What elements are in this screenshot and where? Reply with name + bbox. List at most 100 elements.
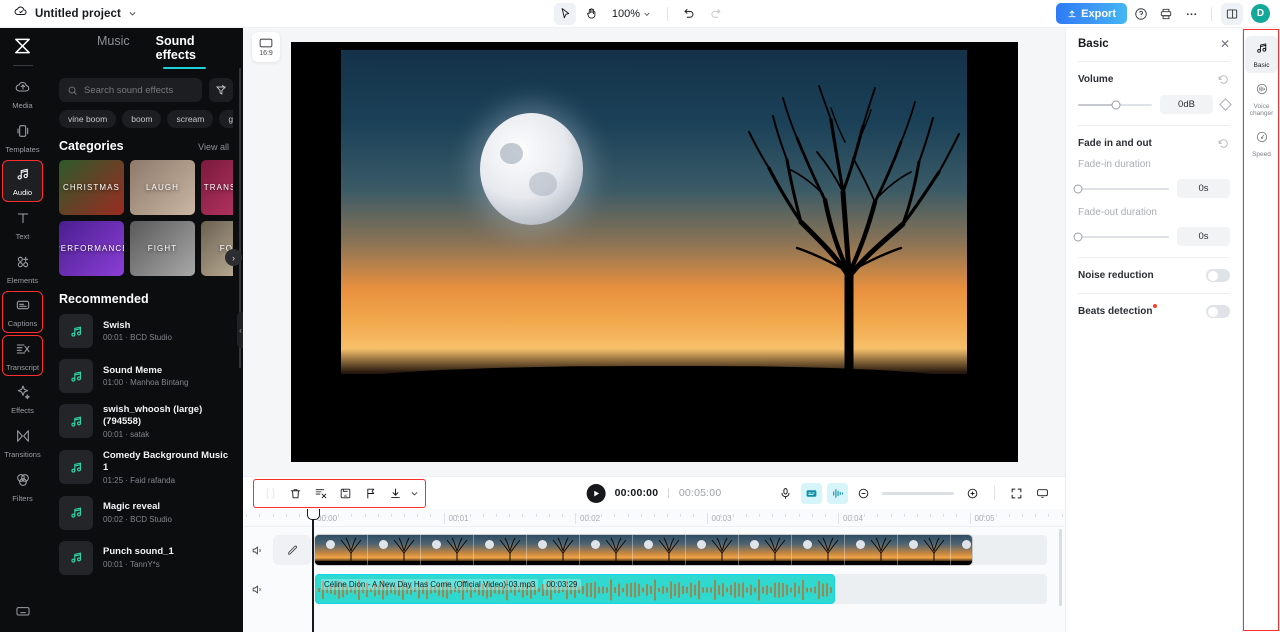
ruler-minor-tick bbox=[548, 514, 550, 517]
crop-ai-icon[interactable]: AI bbox=[335, 483, 356, 504]
play-button[interactable] bbox=[586, 483, 606, 503]
split-icon[interactable] bbox=[260, 483, 281, 504]
right-rail-item-speed[interactable]: Speed bbox=[1245, 125, 1278, 162]
search-input[interactable]: Search sound effects bbox=[59, 78, 202, 102]
filter-sort-icon[interactable] bbox=[209, 78, 233, 102]
right-rail-item-basic[interactable]: Basic bbox=[1245, 36, 1278, 74]
printer-icon[interactable] bbox=[1155, 3, 1177, 25]
fade-out-slider[interactable] bbox=[1073, 232, 1169, 241]
zoom-level-dropdown[interactable]: 100% bbox=[606, 8, 657, 20]
capcut-logo-icon[interactable] bbox=[8, 32, 38, 60]
sound-title: Swish bbox=[103, 319, 131, 331]
chevron-down-icon[interactable] bbox=[128, 5, 137, 23]
playhead[interactable] bbox=[308, 509, 318, 632]
more-horizontal-icon[interactable] bbox=[1180, 3, 1202, 25]
track-lane[interactable]: Céline Dion - A New Day Has Come (Offici… bbox=[315, 574, 1047, 604]
preview-monitor-icon[interactable] bbox=[1032, 483, 1053, 504]
undo-button[interactable] bbox=[678, 3, 700, 25]
filter-chip[interactable]: scream bbox=[167, 110, 214, 128]
chevron-down-icon[interactable] bbox=[410, 489, 419, 498]
zoom-out-icon[interactable] bbox=[853, 483, 874, 504]
tree-silhouette bbox=[747, 85, 960, 383]
reset-icon[interactable] bbox=[1217, 137, 1230, 150]
keyboard-shortcuts-icon[interactable] bbox=[15, 603, 31, 624]
category-card[interactable]: LAUGH bbox=[130, 160, 195, 215]
list-item[interactable]: Sound Meme 01:00 · Manhoa Bintang bbox=[59, 359, 233, 393]
chevron-down-icon bbox=[644, 12, 650, 16]
speaker-icon[interactable] bbox=[247, 579, 267, 599]
help-circle-icon[interactable] bbox=[1130, 3, 1152, 25]
ruler-minor-tick bbox=[522, 514, 524, 517]
avatar[interactable]: D bbox=[1251, 4, 1270, 23]
filter-chip[interactable]: boom bbox=[122, 110, 162, 128]
reset-icon[interactable] bbox=[1217, 73, 1230, 86]
sidebar-item-media[interactable]: Media bbox=[2, 73, 43, 115]
zoom-in-icon[interactable] bbox=[962, 483, 983, 504]
edit-pencil-icon[interactable] bbox=[273, 535, 311, 565]
sidebar-item-effects[interactable]: Effects bbox=[2, 378, 43, 420]
collapse-panel-icon[interactable]: ‹ bbox=[237, 312, 243, 348]
timeline-scrollbar[interactable] bbox=[1059, 529, 1062, 606]
chevron-right-icon[interactable]: › bbox=[225, 249, 242, 266]
view-all-link[interactable]: View all bbox=[198, 142, 229, 152]
delete-icon[interactable] bbox=[285, 483, 306, 504]
filter-chip[interactable]: vine boom bbox=[59, 110, 117, 128]
category-card[interactable]: TRANSITION bbox=[201, 160, 233, 215]
fade-out-value[interactable]: 0s bbox=[1177, 227, 1230, 246]
panel-layout-icon[interactable] bbox=[1221, 2, 1243, 25]
list-item[interactable]: Magic reveal 00:02 · BCD Studio bbox=[59, 495, 233, 530]
ruler-minor-tick bbox=[456, 514, 458, 517]
video-preview[interactable] bbox=[290, 42, 1018, 462]
category-card[interactable]: FOOD bbox=[201, 221, 233, 276]
sidebar-item-elements[interactable]: Elements bbox=[2, 248, 43, 290]
project-title-group[interactable]: Untitled project bbox=[0, 4, 137, 23]
select-tool-button[interactable] bbox=[553, 2, 576, 25]
export-button[interactable]: Export bbox=[1056, 3, 1127, 24]
sidebar-item-audio[interactable]: Audio bbox=[2, 160, 43, 202]
category-card[interactable]: CHRISTMAS bbox=[59, 160, 124, 215]
list-item[interactable]: Swish 00:01 · BCD Studio bbox=[59, 314, 233, 348]
timeline[interactable]: 00:00 00:01 00:02 00:03 00:04 00:05 Céline Di… bbox=[243, 509, 1065, 632]
sidebar-item-text[interactable]: Text bbox=[2, 204, 43, 246]
list-item[interactable]: Comedy Background Music 1 01:25 · Faid ra… bbox=[59, 450, 233, 485]
right-rail-item-voice-changer[interactable]: Voice changer bbox=[1245, 77, 1278, 121]
auto-caption-icon[interactable] bbox=[801, 482, 822, 504]
cut-ai-icon[interactable] bbox=[310, 483, 331, 504]
list-item[interactable]: swish_whoosh (large) (794558) 00:01 · sat… bbox=[59, 404, 233, 439]
category-card[interactable]: FIGHT bbox=[130, 221, 195, 276]
fit-to-screen-icon[interactable] bbox=[1006, 483, 1027, 504]
total-time: 00:05:00 bbox=[678, 487, 722, 499]
close-icon[interactable]: ✕ bbox=[1220, 38, 1230, 50]
list-item[interactable]: Punch sound_1 00:01 · TannY*s bbox=[59, 540, 233, 575]
sidebar-item-captions[interactable]: Captions bbox=[2, 291, 43, 333]
microphone-icon[interactable] bbox=[775, 483, 796, 504]
tab-sound-effects[interactable]: Sound effects bbox=[156, 34, 213, 69]
filter-chip[interactable]: g bbox=[219, 110, 233, 128]
sidebar-item-filters[interactable]: Filters bbox=[2, 466, 43, 508]
fade-in-slider[interactable] bbox=[1073, 184, 1169, 193]
download-icon[interactable] bbox=[385, 483, 406, 504]
tab-music[interactable]: Music bbox=[97, 34, 130, 69]
audio-waveform-icon[interactable] bbox=[827, 482, 848, 504]
hand-tool-button[interactable] bbox=[580, 3, 602, 25]
ruler-minor-tick bbox=[390, 514, 392, 517]
beats-detection-toggle[interactable] bbox=[1206, 305, 1230, 318]
volume-value[interactable]: 0dB bbox=[1160, 95, 1213, 114]
fade-in-value[interactable]: 0s bbox=[1177, 179, 1230, 198]
volume-slider[interactable] bbox=[1078, 100, 1152, 109]
category-card[interactable]: PERFORMANCE bbox=[59, 221, 124, 276]
sidebar-item-templates[interactable]: Templates bbox=[2, 117, 43, 159]
audio-clip[interactable]: Céline Dion - A New Day Has Come (Offici… bbox=[315, 574, 835, 604]
marker-flag-icon[interactable] bbox=[360, 483, 381, 504]
noise-reduction-toggle[interactable] bbox=[1206, 269, 1230, 282]
sidebar-item-transcript[interactable]: Transcript bbox=[2, 334, 43, 377]
track-lane[interactable] bbox=[315, 535, 1047, 565]
timeline-ruler[interactable]: 00:00 00:01 00:02 00:03 00:04 00:05 bbox=[243, 509, 1065, 527]
aspect-ratio-button[interactable]: 16:9 bbox=[252, 32, 280, 62]
redo-button[interactable] bbox=[704, 3, 726, 25]
timeline-zoom-slider[interactable] bbox=[882, 491, 954, 495]
video-clip[interactable] bbox=[315, 535, 972, 565]
sidebar-item-transitions[interactable]: Transitions bbox=[2, 422, 43, 464]
speaker-icon[interactable] bbox=[247, 540, 267, 560]
keyframe-diamond-icon[interactable] bbox=[1219, 98, 1232, 111]
